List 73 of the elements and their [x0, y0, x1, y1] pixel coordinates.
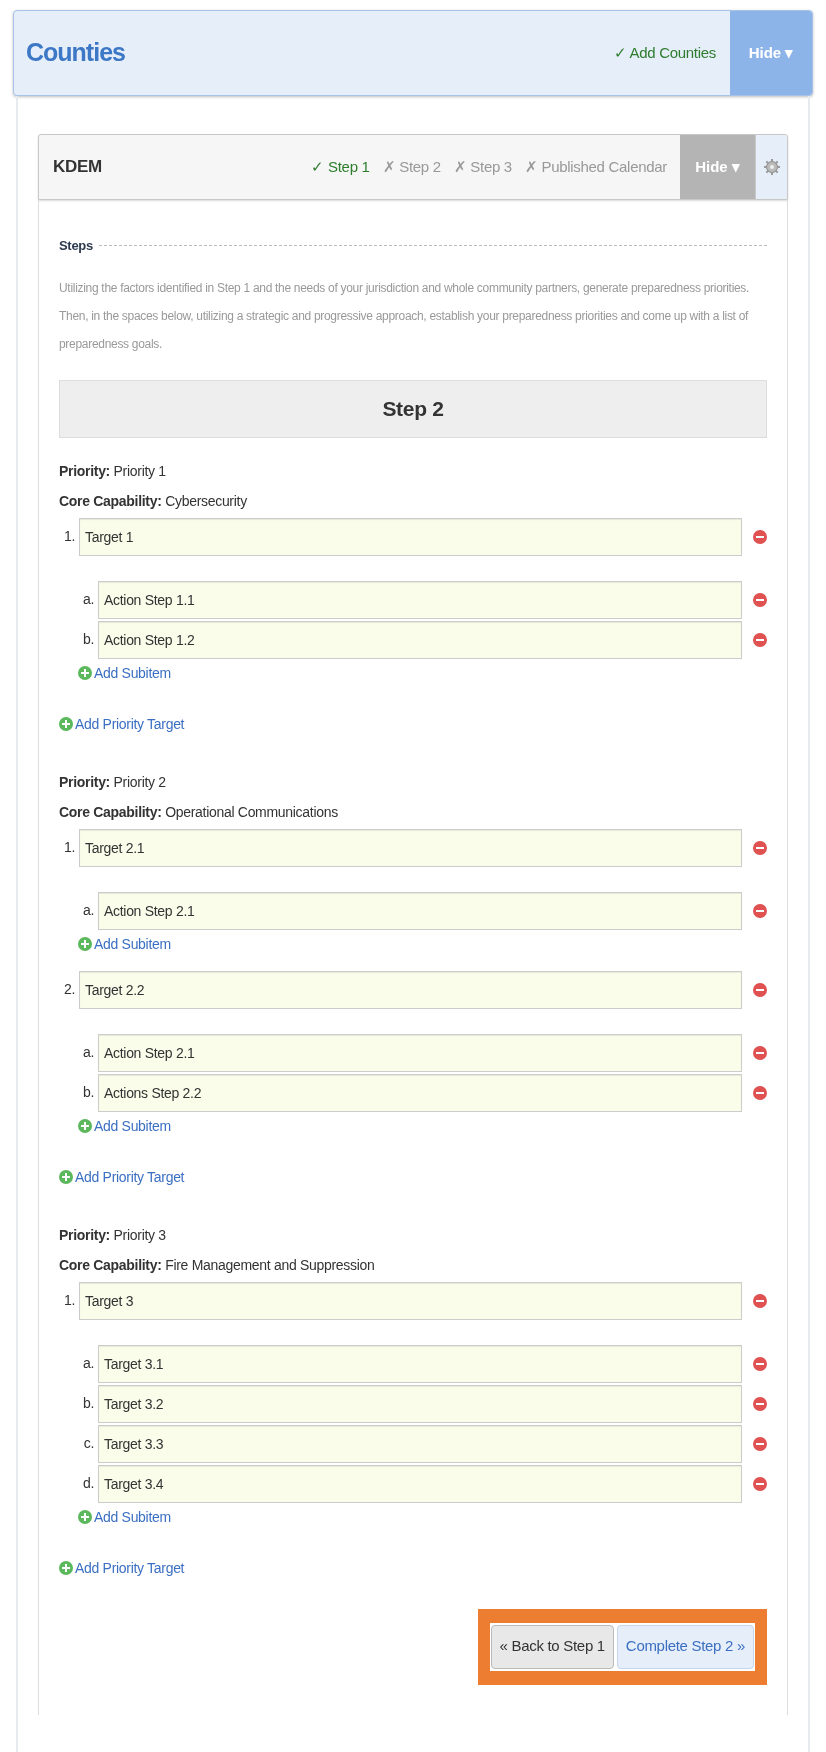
remove-icon[interactable] — [753, 982, 767, 997]
remove-icon[interactable] — [753, 1396, 767, 1411]
add-target-link[interactable]: Add Priority Target — [75, 713, 185, 735]
add-icon[interactable] — [78, 1510, 92, 1524]
input-field[interactable]: Action Step 2.1 — [98, 891, 742, 930]
input-field[interactable]: Action Step 2.1 — [98, 1033, 742, 1072]
list-letter: a. — [81, 590, 95, 609]
step-link[interactable]: ✓ Step 1 — [311, 155, 370, 179]
input-field[interactable]: Target 3.2 — [98, 1384, 742, 1423]
list-letter: c. — [82, 1434, 95, 1453]
input-field[interactable]: Target 3.4 — [98, 1464, 742, 1503]
list-letter: a. — [81, 901, 95, 920]
add-subitem-link[interactable]: Add Subitem — [94, 1506, 171, 1528]
list-number: 1. — [62, 527, 76, 546]
add-icon[interactable] — [78, 1119, 92, 1133]
remove-icon[interactable] — [753, 1356, 767, 1371]
add-subitem-link[interactable]: Add Subitem — [94, 1115, 171, 1137]
step-link[interactable]: ✗ Published Calendar — [524, 155, 667, 179]
remove-icon[interactable] — [753, 592, 767, 607]
capability-label: Core Capability: Fire Management and Suppression — [59, 1255, 376, 1275]
list-letter: b. — [81, 1394, 95, 1413]
remove-icon[interactable] — [753, 903, 767, 918]
remove-icon[interactable] — [753, 1085, 767, 1100]
input-field[interactable]: Actions Step 2.2 — [98, 1073, 742, 1112]
add-target-link[interactable]: Add Priority Target — [75, 1557, 185, 1579]
remove-icon[interactable] — [753, 632, 767, 647]
list-number: 1. — [62, 838, 76, 857]
step-link[interactable]: ✗ Step 2 — [382, 155, 441, 179]
complete-button[interactable]: Complete Step 2 » — [616, 1624, 754, 1669]
add-subitem-link[interactable]: Add Subitem — [94, 933, 171, 955]
list-letter: d. — [81, 1474, 95, 1493]
panel-title: Counties — [25, 37, 126, 69]
status-link[interactable]: ✓ Add Counties — [613, 41, 716, 65]
priority-label: Priority: Priority 3 — [59, 1225, 167, 1245]
section-label: Steps — [59, 237, 93, 255]
input-field[interactable]: Action Step 1.1 — [98, 580, 742, 619]
add-icon[interactable] — [59, 717, 73, 731]
panel-title: KDEM — [52, 156, 103, 179]
remove-icon[interactable] — [753, 1476, 767, 1491]
remove-icon[interactable] — [753, 1436, 767, 1451]
input-field[interactable]: Action Step 1.2 — [98, 620, 742, 659]
priority-label: Priority: Priority 1 — [59, 461, 167, 481]
input-field[interactable]: Target 3.3 — [98, 1424, 742, 1463]
remove-icon[interactable] — [753, 529, 767, 544]
instructions-text: Utilizing the factors identified in Step 1 and the needs of your jurisdiction and whole community partners, generate preparedness priorities. Then, in the spaces below, utilizing a strategic and progressive approach, establish your preparedness priorities and come up with a list of preparedness goals. — [59, 279, 751, 353]
add-icon[interactable] — [59, 1170, 73, 1184]
capability-label: Core Capability: Operational Communications — [59, 802, 339, 822]
priority-label: Priority: Priority 2 — [59, 772, 167, 792]
add-icon[interactable] — [78, 666, 92, 680]
remove-icon[interactable] — [753, 840, 767, 855]
list-letter: a. — [81, 1354, 95, 1373]
settings-icon[interactable] — [762, 158, 781, 176]
list-number: 2. — [62, 980, 76, 999]
input-field[interactable]: Target 3.1 — [98, 1344, 742, 1383]
add-subitem-link[interactable]: Add Subitem — [94, 662, 171, 684]
add-target-link[interactable]: Add Priority Target — [75, 1166, 185, 1188]
remove-icon[interactable] — [753, 1293, 767, 1308]
remove-icon[interactable] — [753, 1045, 767, 1060]
list-number: 1. — [62, 1291, 76, 1310]
add-icon[interactable] — [59, 1561, 73, 1575]
back-button[interactable]: « Back to Step 1 — [490, 1624, 614, 1669]
list-letter: b. — [81, 630, 95, 649]
step-link[interactable]: ✗ Step 3 — [453, 155, 512, 179]
list-letter: b. — [81, 1083, 95, 1102]
step-heading: Step 2 — [59, 379, 767, 438]
capability-label: Core Capability: Cybersecurity — [59, 491, 248, 511]
input-field[interactable]: Target 2.2 — [79, 970, 742, 1009]
add-icon[interactable] — [78, 937, 92, 951]
input-field[interactable]: Target 2.1 — [79, 828, 742, 867]
list-letter: a. — [81, 1043, 95, 1062]
settings-button[interactable] — [755, 135, 787, 199]
input-field[interactable]: Target 1 — [79, 517, 742, 556]
input-field[interactable]: Target 3 — [79, 1281, 742, 1320]
